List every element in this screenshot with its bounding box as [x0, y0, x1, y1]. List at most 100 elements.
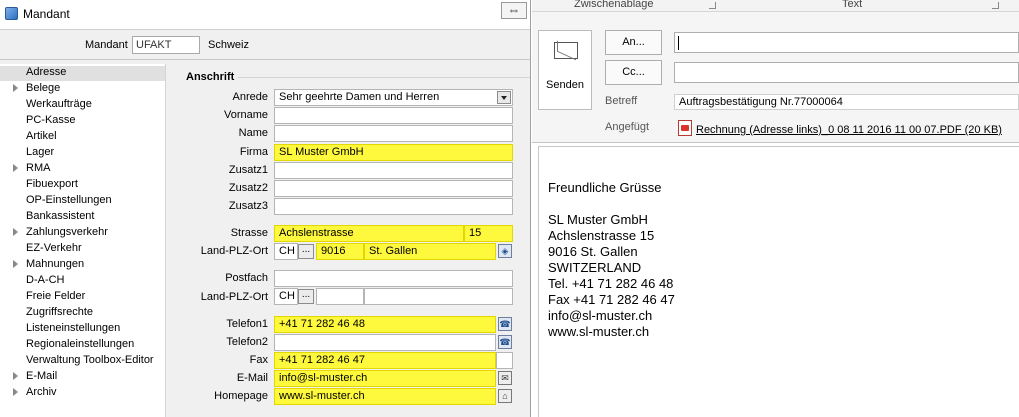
app-icon	[5, 7, 18, 20]
email-input[interactable]: info@sl-muster.ch	[274, 370, 496, 387]
land-input[interactable]: CH	[274, 243, 298, 260]
sidebar-item[interactable]: Zugriffsrechte	[26, 306, 93, 322]
message-body[interactable]: Freundliche Grüsse SL Muster GmbH Achslens…	[538, 146, 1019, 417]
body-line: SWITZERLAND	[548, 260, 642, 275]
sidebar-item[interactable]: Archiv	[13, 386, 57, 402]
zusatz2-input[interactable]	[274, 180, 513, 197]
sidebar-item-label: Fibuexport	[26, 178, 78, 190]
land-lookup-button[interactable]: ...	[298, 244, 314, 259]
sidebar-item[interactable]: Werkaufträge	[26, 98, 92, 114]
firma-input[interactable]: SL Muster GmbH	[274, 144, 513, 161]
sidebar-item-label: Belege	[26, 82, 61, 94]
sidebar-item-label: Zahlungsverkehr	[26, 226, 108, 238]
home-icon[interactable]: ⌂	[498, 389, 512, 403]
sidebar-item-label: Lager	[26, 146, 55, 158]
ort-input[interactable]: St. Gallen	[364, 243, 496, 260]
fax-extra-field[interactable]	[496, 352, 513, 369]
chevron-down-icon[interactable]	[497, 91, 511, 104]
ribbon-strip: Zwischenablage Text	[532, 0, 1019, 12]
email-label: E-Mail	[236, 372, 268, 384]
hausnummer-input[interactable]: 15	[464, 225, 513, 242]
strasse-label: Strasse	[230, 227, 268, 239]
mandant-window: Mandant ⇔ Mandant UFAKT Schweiz Adresse B…	[0, 0, 531, 417]
zusatz1-input[interactable]	[274, 162, 513, 179]
sidebar-item[interactable]: Zahlungsverkehr	[13, 226, 108, 242]
sidebar-item[interactable]: Bankassistent	[26, 210, 94, 226]
body-line: Freundliche Grüsse	[548, 180, 662, 195]
dialog-launcher-icon[interactable]	[992, 2, 999, 9]
map-icon[interactable]: ◈	[498, 244, 512, 258]
zusatz2-label: Zusatz2	[228, 182, 268, 194]
postfach-label: Postfach	[225, 272, 268, 284]
sidebar-item[interactable]: OP-Einstellungen	[26, 194, 112, 210]
sidebar-item[interactable]: Artikel	[26, 130, 57, 146]
body-line: Fax +41 71 282 46 47	[548, 292, 675, 307]
zusatz3-input[interactable]	[274, 198, 513, 215]
cc-input[interactable]	[674, 62, 1019, 83]
sidebar-item[interactable]: Listeneinstellungen	[26, 322, 120, 338]
ribbon-group-text: Text	[842, 0, 863, 10]
expand-arrow-icon[interactable]	[13, 372, 18, 380]
to-input[interactable]	[674, 32, 1019, 53]
postfach-land-lookup-button[interactable]: ...	[298, 289, 314, 304]
sidebar-item[interactable]: D-A-CH	[26, 274, 65, 290]
expand-arrow-icon[interactable]	[13, 388, 18, 396]
sidebar-item[interactable]: PC-Kasse	[26, 114, 76, 130]
name-input[interactable]	[274, 125, 513, 142]
mail-icon[interactable]: ✉	[498, 371, 512, 385]
phone-icon[interactable]: ☎	[498, 317, 512, 331]
sidebar-item[interactable]: Adresse	[26, 66, 66, 82]
fax-input[interactable]: +41 71 282 46 47	[274, 352, 496, 369]
expand-arrow-icon[interactable]	[13, 84, 18, 92]
title-bar: Mandant ⇔	[0, 0, 530, 30]
sidebar-item-label: E-Mail	[26, 370, 58, 382]
expand-arrow-icon[interactable]	[13, 260, 18, 268]
address-form: Anschrift Anrede Sehr geehrte Damen und …	[172, 64, 530, 417]
vorname-input[interactable]	[274, 107, 513, 124]
expand-arrow-icon[interactable]	[13, 164, 18, 172]
sidebar-item[interactable]: Fibuexport	[26, 178, 78, 194]
dialog-launcher-icon[interactable]	[709, 2, 716, 9]
plz-input[interactable]: 9016	[316, 243, 364, 260]
anrede-select[interactable]: Sehr geehrte Damen und Herren	[274, 89, 513, 106]
fax-label: Fax	[249, 354, 268, 366]
send-button[interactable]: Senden	[538, 30, 592, 110]
sidebar-item[interactable]: EZ-Verkehr	[26, 242, 82, 258]
email-compose-window: Zwischenablage Text Senden An... Cc... B…	[532, 0, 1019, 417]
telefon1-input[interactable]: +41 71 282 46 48	[274, 316, 496, 333]
mandant-input[interactable]: UFAKT	[132, 36, 200, 54]
sidebar-item[interactable]: Belege	[13, 82, 61, 98]
swap-arrows-icon[interactable]: ⇔	[501, 2, 527, 19]
sidebar-item-label: Regionaleinstellungen	[26, 338, 135, 350]
mandant-bar: Mandant UFAKT Schweiz	[0, 30, 530, 60]
cc-button[interactable]: Cc...	[605, 60, 662, 85]
subject-input[interactable]: Auftragsbestätigung Nr.77000064	[674, 94, 1019, 110]
name-label: Name	[238, 127, 268, 139]
sidebar-item-label: OP-Einstellungen	[26, 194, 112, 206]
sidebar-item-label: Archiv	[26, 386, 57, 398]
send-label: Senden	[546, 79, 584, 91]
postfach-input[interactable]	[274, 270, 513, 287]
sidebar-item[interactable]: Mahnungen	[13, 258, 85, 274]
sidebar-item[interactable]: Verwaltung Toolbox-Editor	[26, 354, 154, 370]
sidebar-item[interactable]: Regionaleinstellungen	[26, 338, 134, 354]
postfach-land-plz-ort-label: Land-PLZ-Ort	[200, 291, 268, 303]
postfach-plz-input[interactable]	[316, 288, 364, 305]
expand-arrow-icon[interactable]	[13, 228, 18, 236]
to-button[interactable]: An...	[605, 30, 662, 55]
homepage-input[interactable]: www.sl-muster.ch	[274, 388, 496, 405]
attachment-link[interactable]: Rechnung (Adresse links)_0 08 11 2016 11…	[696, 124, 1002, 136]
sidebar-item-label: Adresse	[26, 66, 67, 78]
postfach-land-input[interactable]: CH	[274, 288, 298, 305]
sidebar-item[interactable]: E-Mail	[13, 370, 58, 386]
sidebar-item[interactable]: RMA	[13, 162, 50, 178]
ribbon-group-clipboard: Zwischenablage	[574, 0, 654, 10]
sidebar-item-label: Mahnungen	[26, 258, 85, 270]
phone-icon[interactable]: ☎	[498, 335, 512, 349]
body-line: Tel. +41 71 282 46 48	[548, 276, 674, 291]
sidebar-item[interactable]: Lager	[26, 146, 54, 162]
postfach-ort-input[interactable]	[364, 288, 513, 305]
sidebar-item[interactable]: Freie Felder	[26, 290, 85, 306]
telefon2-input[interactable]	[274, 334, 496, 351]
strasse-input[interactable]: Achslenstrasse	[274, 225, 464, 242]
